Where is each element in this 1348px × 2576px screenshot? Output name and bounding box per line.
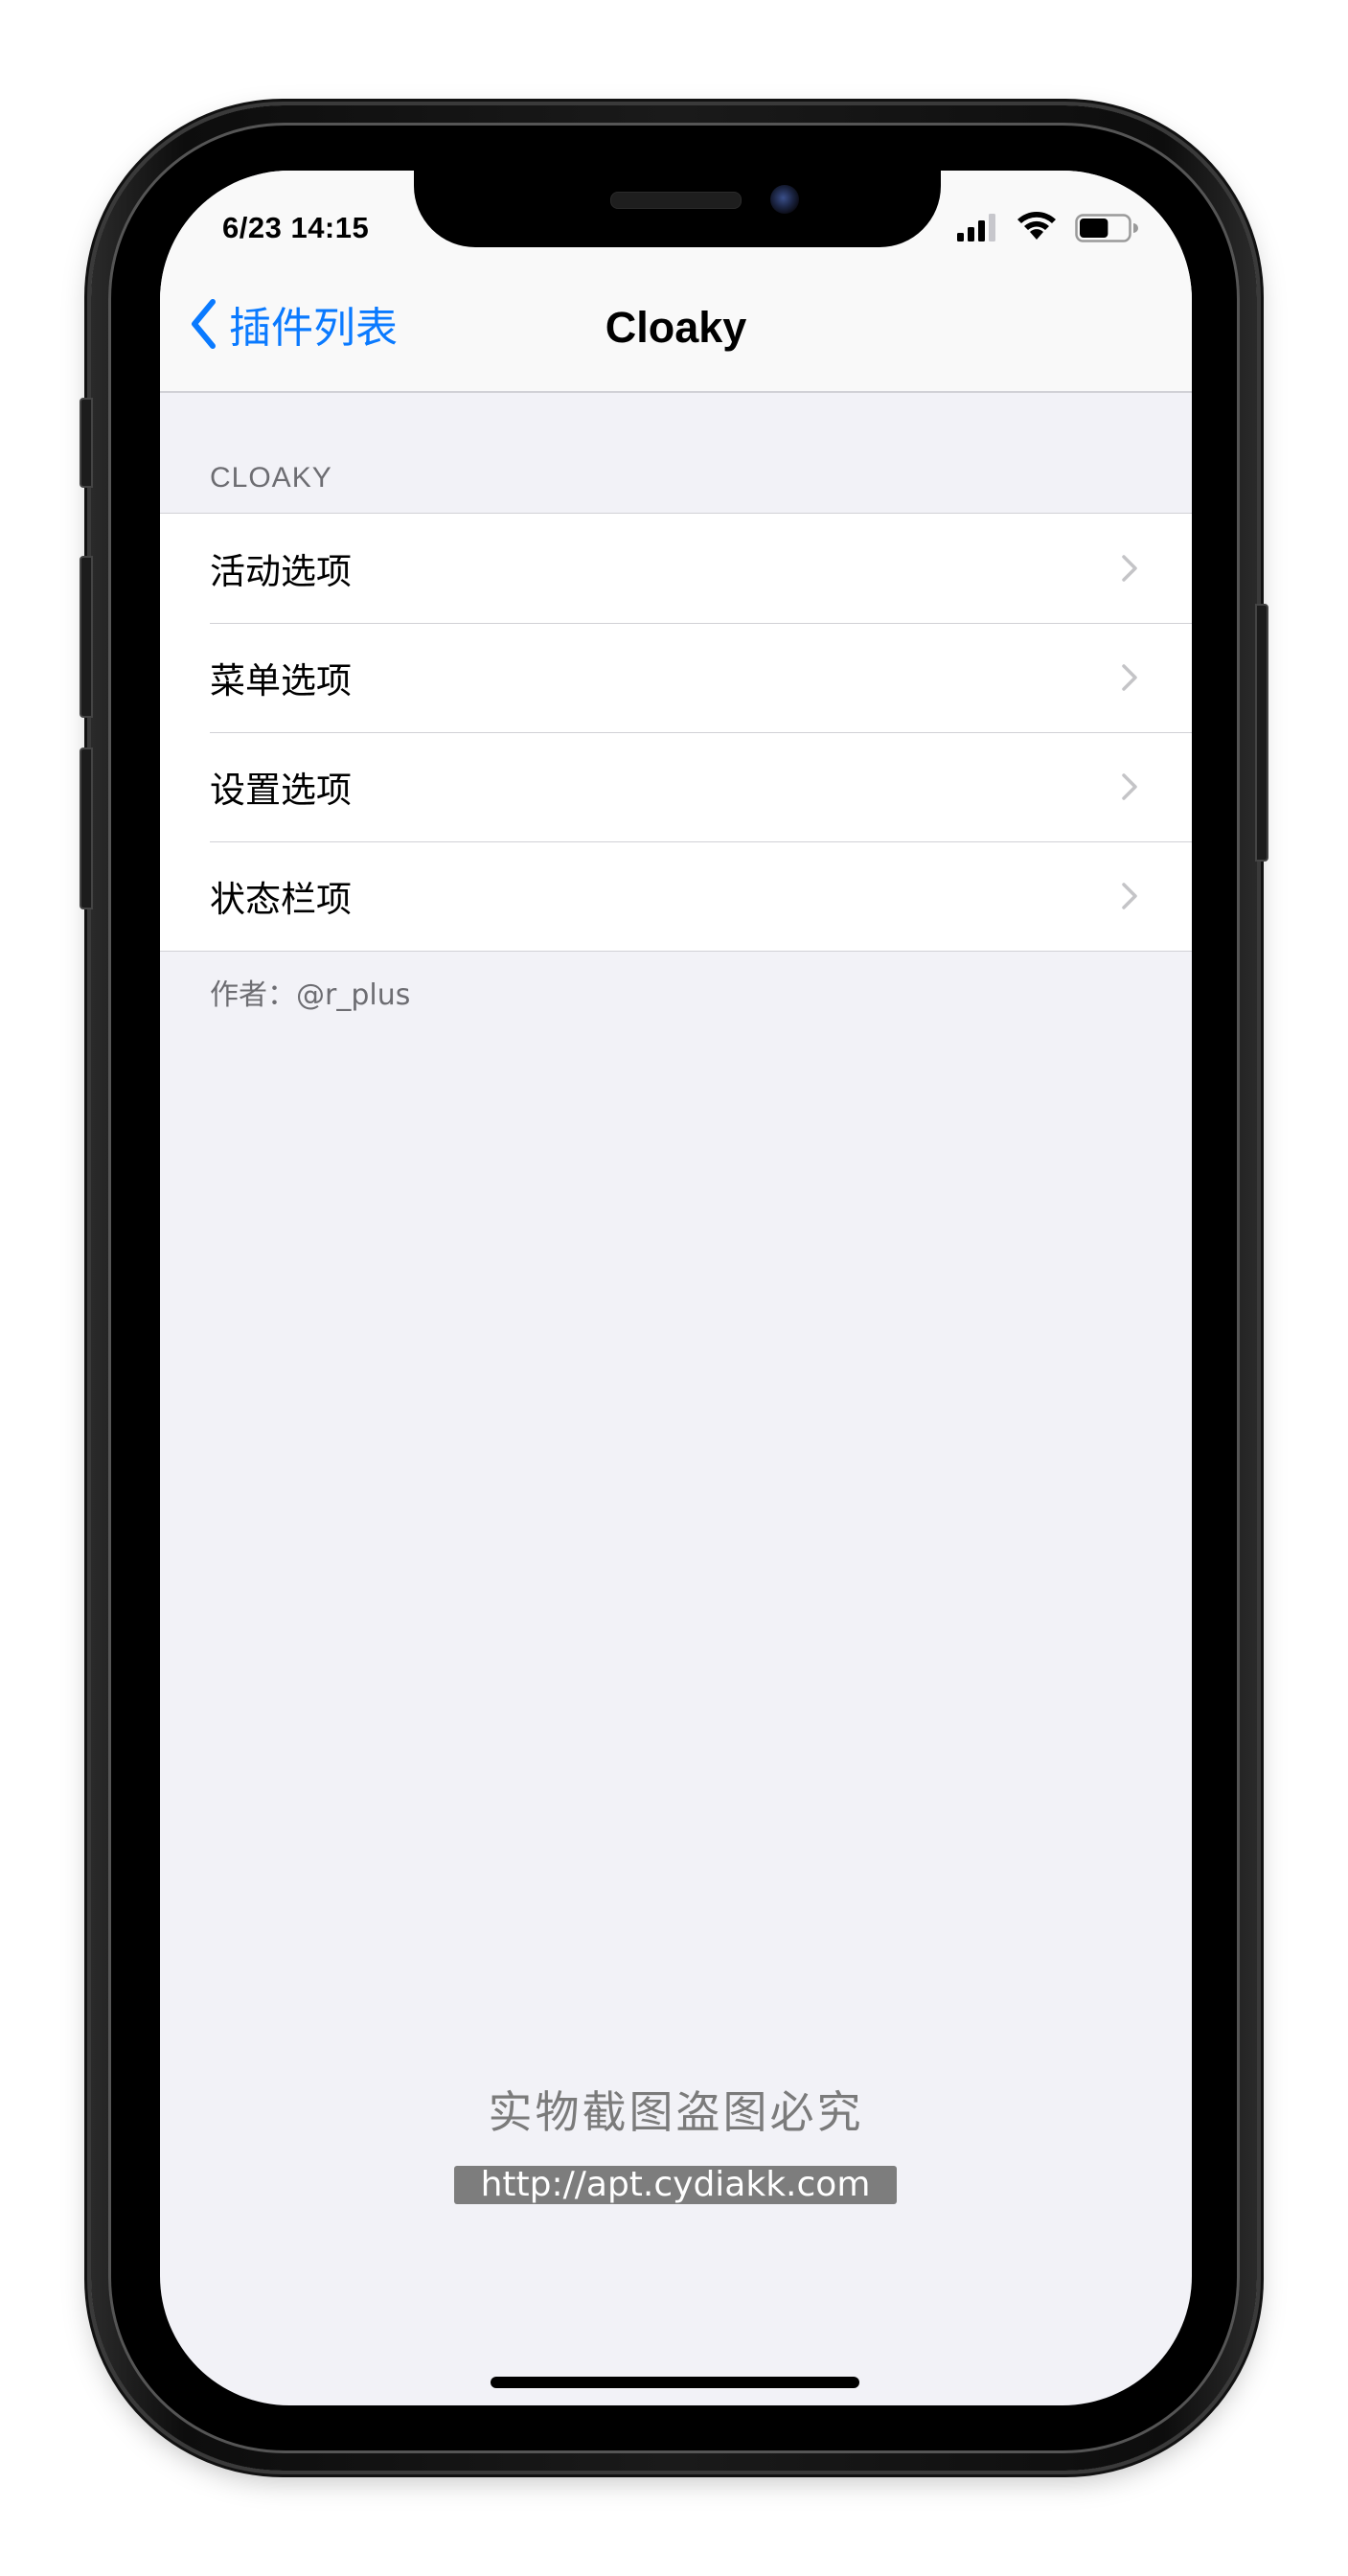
list-item-status-bar-items[interactable]: 状态栏项 xyxy=(160,841,1192,951)
section-header: CLOAKY xyxy=(210,462,332,494)
chevron-right-icon xyxy=(1122,883,1137,909)
screen: 6/23 14:15 插件列表 Cloaky CLOAKY 活动选项 菜单选项 … xyxy=(160,171,1192,2405)
chevron-right-icon xyxy=(1122,555,1137,582)
watermark-url: http://apt.cydiakk.com xyxy=(454,2166,897,2204)
status-time: 6/23 14:15 xyxy=(222,211,370,244)
wifi-icon xyxy=(1017,212,1056,240)
battery-icon xyxy=(1075,214,1138,242)
front-camera xyxy=(770,185,799,214)
list-item-label: 菜单选项 xyxy=(210,660,352,702)
list-item-label: 状态栏项 xyxy=(210,879,352,920)
chevron-right-icon xyxy=(1122,773,1137,800)
watermark-text: 实物截图盗图必究 xyxy=(488,2086,864,2138)
home-indicator[interactable] xyxy=(491,2377,859,2388)
notch xyxy=(414,171,941,247)
page-title: Cloaky xyxy=(605,303,747,352)
volume-up-button xyxy=(80,556,93,718)
list-item-activity-options[interactable]: 活动选项 xyxy=(160,514,1192,623)
list-item-label: 活动选项 xyxy=(210,551,352,592)
settings-list: 活动选项 菜单选项 设置选项 状态栏项 xyxy=(160,513,1192,952)
list-item-menu-options[interactable]: 菜单选项 xyxy=(160,623,1192,732)
signal-icon xyxy=(957,214,995,242)
speaker-grille xyxy=(610,192,742,209)
list-item-settings-options[interactable]: 设置选项 xyxy=(160,732,1192,841)
power-button xyxy=(1255,604,1268,862)
chevron-right-icon xyxy=(1122,664,1137,691)
volume-down-button xyxy=(80,748,93,909)
navigation-bar: 插件列表 Cloaky xyxy=(160,257,1192,393)
silent-switch xyxy=(80,398,93,488)
section-footer-author: 作者：@r_plus xyxy=(210,978,411,1012)
list-item-label: 设置选项 xyxy=(210,770,352,811)
